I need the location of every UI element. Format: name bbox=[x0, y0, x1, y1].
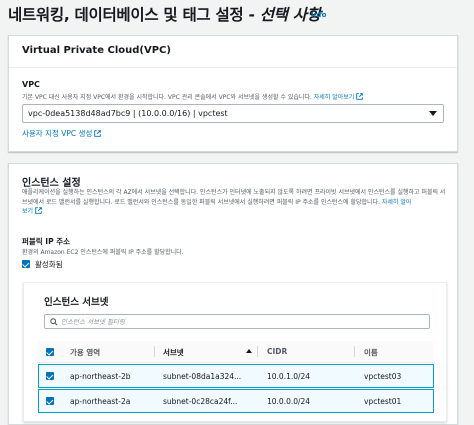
info-link[interactable]: Info bbox=[311, 11, 326, 19]
instance-subnets-container: 인스턴스 서브넷 가용 영역 서브넷 CIDR 이름 ap-northeast-… bbox=[23, 282, 447, 422]
subnets-table-header: 가용 영역 서브넷 CIDR 이름 bbox=[38, 341, 434, 363]
column-header-subnet[interactable]: 서브넷 bbox=[163, 347, 184, 358]
instance-learn-more-label-1: 자세히 알아 bbox=[381, 198, 412, 206]
vpc-select-value: vpc-0dea5138d48ad7bc9 | (10.0.0.0/16) | … bbox=[28, 109, 228, 118]
row-subnet: subnet-0c28ca24f... bbox=[163, 397, 238, 406]
column-header-zone[interactable]: 가용 영역 bbox=[70, 347, 100, 358]
external-link-icon bbox=[356, 93, 364, 100]
row-cidr: 10.0.1.0/24 bbox=[267, 372, 311, 381]
vpc-panel-header: Virtual Private Cloud(VPC) bbox=[9, 36, 457, 68]
row-name: vpctest03 bbox=[364, 372, 402, 381]
column-divider bbox=[257, 346, 258, 357]
row-zone: ap-northeast-2b bbox=[70, 372, 131, 381]
subnets-table: 가용 영역 서브넷 CIDR 이름 ap-northeast-2b subnet… bbox=[38, 341, 434, 413]
search-icon bbox=[50, 318, 58, 326]
public-ip-description: 환경의 Amazon EC2 인스턴스에 퍼블릭 IP 주소를 할당합니다. bbox=[22, 249, 184, 256]
public-ip-checkbox-label: 활성화됨 bbox=[35, 260, 63, 269]
row-cidr: 10.0.0.0/24 bbox=[267, 397, 311, 406]
instance-settings-panel: 인스턴스 설정 애플리케이션을 실행하는 인스턴스의 각 AZ에서 서브넷을 선… bbox=[8, 163, 458, 425]
vpc-learn-more-link[interactable]: 자세히 알아보기 bbox=[313, 93, 364, 101]
instance-settings-title: 인스턴스 설정 bbox=[22, 178, 81, 189]
caret-down-icon bbox=[429, 111, 437, 116]
public-ip-label: 퍼블릭 IP 주소 bbox=[22, 237, 71, 246]
vpc-description-text: 기본 VPC 대신 사용자 지정 VPC에서 환경을 시작합니다. VPC 관리… bbox=[22, 94, 314, 101]
row-checkbox[interactable] bbox=[46, 372, 54, 380]
checkbox-checked-icon bbox=[22, 260, 30, 268]
table-row[interactable]: ap-northeast-2a subnet-0c28ca24f... 10.0… bbox=[38, 389, 434, 413]
public-ip-checkbox[interactable]: 활성화됨 bbox=[22, 259, 102, 269]
external-link-icon bbox=[35, 207, 42, 214]
create-custom-vpc-label: 사용자 지정 VPC 생성 bbox=[22, 129, 93, 138]
vpc-learn-more-label: 자세히 알아보기 bbox=[313, 94, 355, 101]
vpc-panel: Virtual Private Cloud(VPC) VPC 기본 VPC 대신… bbox=[8, 35, 458, 152]
page-title: 네트워킹, 데이터베이스 및 태그 설정 - 선택 사항 bbox=[8, 3, 321, 25]
column-header-cidr[interactable]: CIDR bbox=[267, 347, 287, 356]
row-subnet: subnet-08da1a324... bbox=[163, 372, 242, 381]
column-divider bbox=[354, 346, 355, 357]
row-name: vpctest01 bbox=[364, 397, 402, 406]
page-title-main: 네트워킹, 데이터베이스 및 태그 설정 - bbox=[8, 6, 260, 24]
row-checkbox[interactable] bbox=[46, 397, 54, 405]
column-header-name[interactable]: 이름 bbox=[364, 347, 378, 358]
vpc-description: 기본 VPC 대신 사용자 지정 VPC에서 환경을 시작합니다. VPC 관리… bbox=[22, 92, 364, 101]
subnet-filter-input[interactable] bbox=[61, 316, 421, 327]
select-all-checkbox[interactable] bbox=[46, 348, 54, 356]
sort-ascending-icon[interactable] bbox=[246, 349, 252, 353]
create-custom-vpc-link[interactable]: 사용자 지정 VPC 생성 bbox=[22, 128, 102, 139]
vpc-field-label: VPC bbox=[22, 80, 40, 89]
vpc-select[interactable]: vpc-0dea5138d48ad7bc9 | (10.0.0.0/16) | … bbox=[22, 104, 444, 123]
external-link-icon bbox=[94, 130, 102, 137]
vpc-panel-title: Virtual Private Cloud(VPC) bbox=[22, 45, 171, 56]
subnet-filter bbox=[44, 314, 430, 329]
table-row[interactable]: ap-northeast-2b subnet-08da1a324... 10.0… bbox=[38, 364, 434, 388]
column-divider bbox=[154, 346, 155, 357]
instance-settings-description: 애플리케이션을 실행하는 인스턴스의 각 AZ에서 서브넷을 선택합니다. 인스… bbox=[22, 188, 447, 217]
instance-learn-more-label-2: 보기 bbox=[22, 208, 34, 215]
instance-subnets-title: 인스턴스 서브넷 bbox=[44, 297, 109, 308]
row-zone: ap-northeast-2a bbox=[70, 397, 131, 406]
